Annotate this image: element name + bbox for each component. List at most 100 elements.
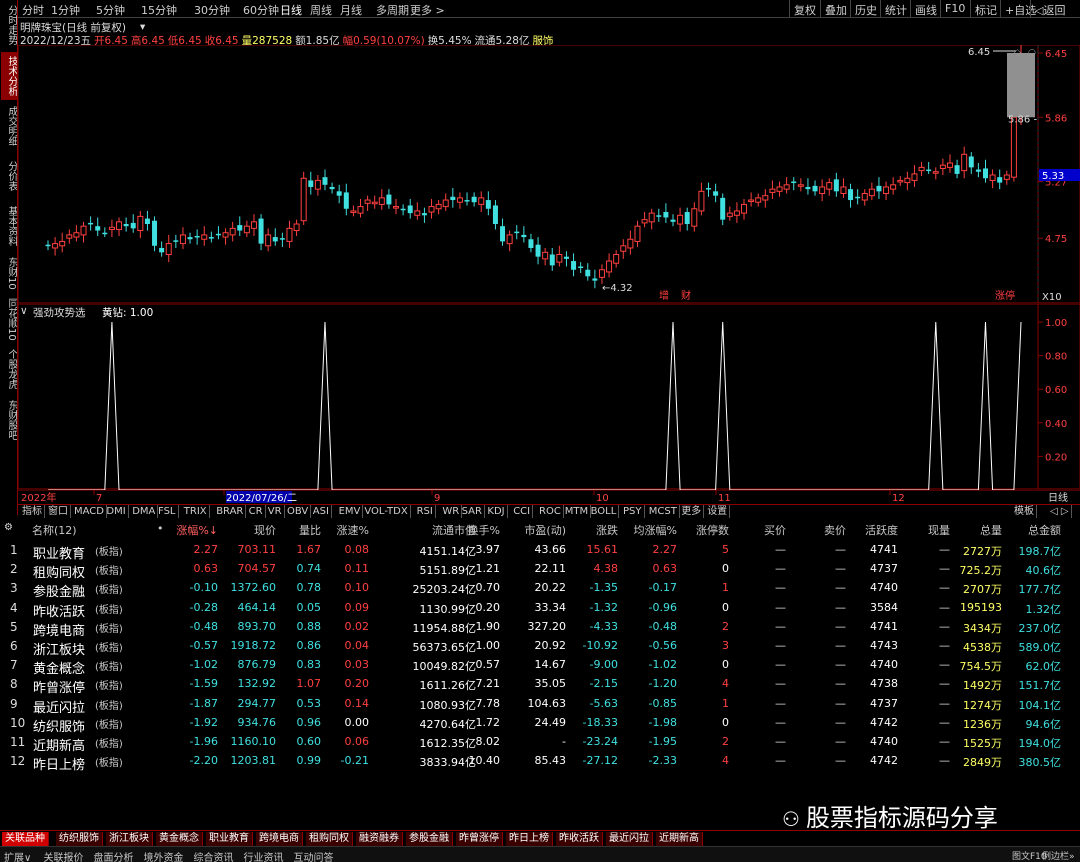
table-row[interactable]: 10 纺织服饰 (板指) -1.92 934.76 0.96 0.00 4270.64亿 1.7… [0, 713, 1080, 735]
indicator-tab-2[interactable]: MACD [72, 505, 107, 518]
related-tab-6[interactable]: 租购同权 [306, 832, 353, 846]
indicator-tab-25[interactable]: 设置 [705, 505, 731, 518]
diamond-icon[interactable]: ◇ [1014, 48, 1021, 58]
column-header-17[interactable]: 总金额 [1028, 522, 1061, 538]
table-row[interactable]: 3 参股金融 (板指) -0.10 1372.60 0.78 0.10 25203.24亿 0.… [0, 578, 1080, 600]
indicator-tab-6[interactable]: TRIX [182, 505, 210, 518]
period-tab-2[interactable]: 5分钟 [96, 2, 125, 18]
toolbar-button-8[interactable]: ◁返回 [1030, 0, 1069, 18]
indicator-tab-13[interactable]: VOL-TDX [362, 505, 411, 518]
candlestick-chart[interactable]: 6.455.865.274.756.455.86 -←4.325.33增财涨停 X… [18, 45, 1080, 305]
dropdown-arrow-icon[interactable]: ▾ [140, 21, 145, 33]
side-tab-4[interactable]: 基本资料 [1, 203, 17, 249]
related-tab-7[interactable]: 融资融券 [356, 832, 403, 846]
related-tab-3[interactable]: 黄金概念 [156, 832, 203, 846]
related-tab-13[interactable]: 近期新高 [656, 832, 703, 846]
column-header-1[interactable]: • [157, 522, 164, 535]
indicator-tab-16[interactable]: SAR [460, 505, 485, 518]
toolbar-button-4[interactable]: 画线 [910, 0, 941, 18]
status-tab-6[interactable]: 互动问答 [294, 849, 334, 862]
status-tab-2[interactable]: 盘面分析 [94, 849, 134, 862]
column-header-12[interactable]: 买价 [764, 522, 786, 538]
tab-scroll-arrows[interactable]: ◁ ▷ [1048, 505, 1072, 518]
status-tab-5[interactable]: 行业资讯 [244, 849, 284, 862]
related-tab-10[interactable]: 昨日上榜 [506, 832, 553, 846]
status-tab-0[interactable]: 扩展∨ [4, 849, 31, 862]
indicator-tab-22[interactable]: PSY [621, 505, 645, 518]
period-tab-1[interactable]: 1分钟 [51, 2, 80, 18]
event-mark-cai[interactable]: 财 [681, 289, 691, 302]
indicator-tab-10[interactable]: OBV [285, 505, 312, 518]
column-header-4[interactable]: 量比 [299, 522, 321, 538]
status-tab-3[interactable]: 境外资金 [144, 849, 184, 862]
column-header-9[interactable]: 涨跌 [596, 522, 618, 538]
column-header-13[interactable]: 卖价 [824, 522, 846, 538]
period-tab-6[interactable]: 日线 [280, 2, 302, 18]
indicator-tab-18[interactable]: CCI [511, 505, 534, 518]
indicator-tab-11[interactable]: ASI [311, 505, 332, 518]
event-mark-zeng[interactable]: 增 [659, 289, 669, 302]
indicator-tab-20[interactable]: MTM [563, 505, 592, 518]
table-row[interactable]: 11 近期新高 (板指) -1.96 1160.10 0.60 0.06 1612.35亿 8.… [0, 732, 1080, 754]
period-tab-5[interactable]: 60分钟 [243, 2, 279, 18]
side-tab-5[interactable]: 东财10 [1, 253, 17, 293]
indicator-tab-14[interactable]: RSI [415, 505, 436, 518]
side-tab-6[interactable]: 同花顺10 [1, 296, 17, 342]
column-header-7[interactable]: 换手% [468, 522, 500, 538]
status-tab-1[interactable]: 关联报价 [44, 849, 84, 862]
status-right-1[interactable]: 例边栏» [1042, 849, 1075, 862]
related-tab-1[interactable]: 纺织服饰 [56, 832, 103, 846]
related-tab-12[interactable]: 最近闪拉 [606, 832, 653, 846]
table-row[interactable]: 1 职业教育 (板指) 2.27 703.11 1.67 0.08 4151.14亿 3.97 4… [0, 540, 1080, 562]
related-tab-5[interactable]: 跨境电商 [256, 832, 303, 846]
column-header-15[interactable]: 现量 [928, 522, 950, 538]
indicator-tab-17[interactable]: KDJ [485, 505, 508, 518]
side-tab-2[interactable]: 成交明细 [1, 103, 17, 149]
indicator-tab-24[interactable]: 更多 [679, 505, 705, 518]
column-header-11[interactable]: 涨停数 [696, 522, 729, 538]
indicator-tab-8[interactable]: CR [247, 505, 266, 518]
toolbar-button-1[interactable]: 叠加 [820, 0, 851, 18]
side-tab-0[interactable]: 分时走势 [1, 2, 17, 48]
indicator-tab-23[interactable]: MCST [647, 505, 680, 518]
side-tab-8[interactable]: 东财股吧 [1, 396, 17, 444]
indicator-tab-1[interactable]: 窗口 [46, 505, 71, 518]
toolbar-button-0[interactable]: 复权 [789, 0, 820, 18]
related-tab-0[interactable]: 关联品种 [2, 832, 49, 846]
period-tab-8[interactable]: 月线 [340, 2, 362, 18]
side-tab-3[interactable]: 分价表 [1, 153, 17, 199]
indicator-tab-4[interactable]: DMA [130, 505, 159, 518]
indicator-tab-9[interactable]: VR [266, 505, 285, 518]
column-header-2[interactable]: 涨幅%↓ [176, 522, 218, 538]
table-row[interactable]: 12 昨日上榜 (板指) -2.20 1203.81 0.99 -0.21 3833.94亿 1… [0, 751, 1080, 773]
table-row[interactable]: 4 昨收活跃 (板指) -0.28 464.14 0.05 0.09 1130.99亿 0.20… [0, 598, 1080, 620]
side-tab-1[interactable]: 技术分析 [1, 52, 17, 100]
period-tab-0[interactable]: 分时 [22, 2, 44, 18]
status-tab-4[interactable]: 综合资讯 [194, 849, 234, 862]
related-tab-9[interactable]: 昨曾涨停 [456, 832, 503, 846]
column-header-16[interactable]: 总量 [980, 522, 1002, 538]
indicator-tab-5[interactable]: FSL [156, 505, 179, 518]
date-axis-period[interactable]: 日线 [1048, 491, 1068, 504]
toolbar-button-6[interactable]: 标记 [970, 0, 1001, 18]
related-tab-11[interactable]: 昨收活跃 [556, 832, 603, 846]
indicator-chart[interactable]: 1.00 0.80 0.60 0.40 0.20 [18, 304, 1080, 490]
column-header-10[interactable]: 均涨幅% [634, 522, 677, 538]
template-tab[interactable]: 模板 [1012, 505, 1037, 518]
side-tab-7[interactable]: 个股龙虎 [1, 345, 17, 393]
column-header-5[interactable]: 涨速% [337, 522, 369, 538]
related-tab-4[interactable]: 职业教育 [206, 832, 253, 846]
related-tab-2[interactable]: 浙江板块 [106, 832, 153, 846]
toolbar-button-2[interactable]: 历史 [850, 0, 881, 18]
table-row[interactable]: 6 浙江板块 (板指) -0.57 1918.72 0.86 0.04 56373.65亿 1.… [0, 636, 1080, 658]
indicator-tab-19[interactable]: ROC [537, 505, 564, 518]
toolbar-button-3[interactable]: 统计 [880, 0, 911, 18]
toolbar-button-5[interactable]: F10 [940, 0, 969, 18]
table-row[interactable]: 9 最近闪拉 (板指) -1.87 294.77 0.53 0.14 1080.93亿 7.78… [0, 694, 1080, 716]
zoom-level-label[interactable]: X10 [1042, 292, 1062, 303]
column-header-3[interactable]: 现价 [254, 522, 276, 538]
indicator-tab-7[interactable]: BRAR [214, 505, 247, 518]
indicator-tab-21[interactable]: BOLL [589, 505, 620, 518]
settings-gear-icon[interactable]: ⚙ [4, 522, 13, 533]
indicator-settings-icon[interactable]: ∨ [20, 305, 28, 317]
